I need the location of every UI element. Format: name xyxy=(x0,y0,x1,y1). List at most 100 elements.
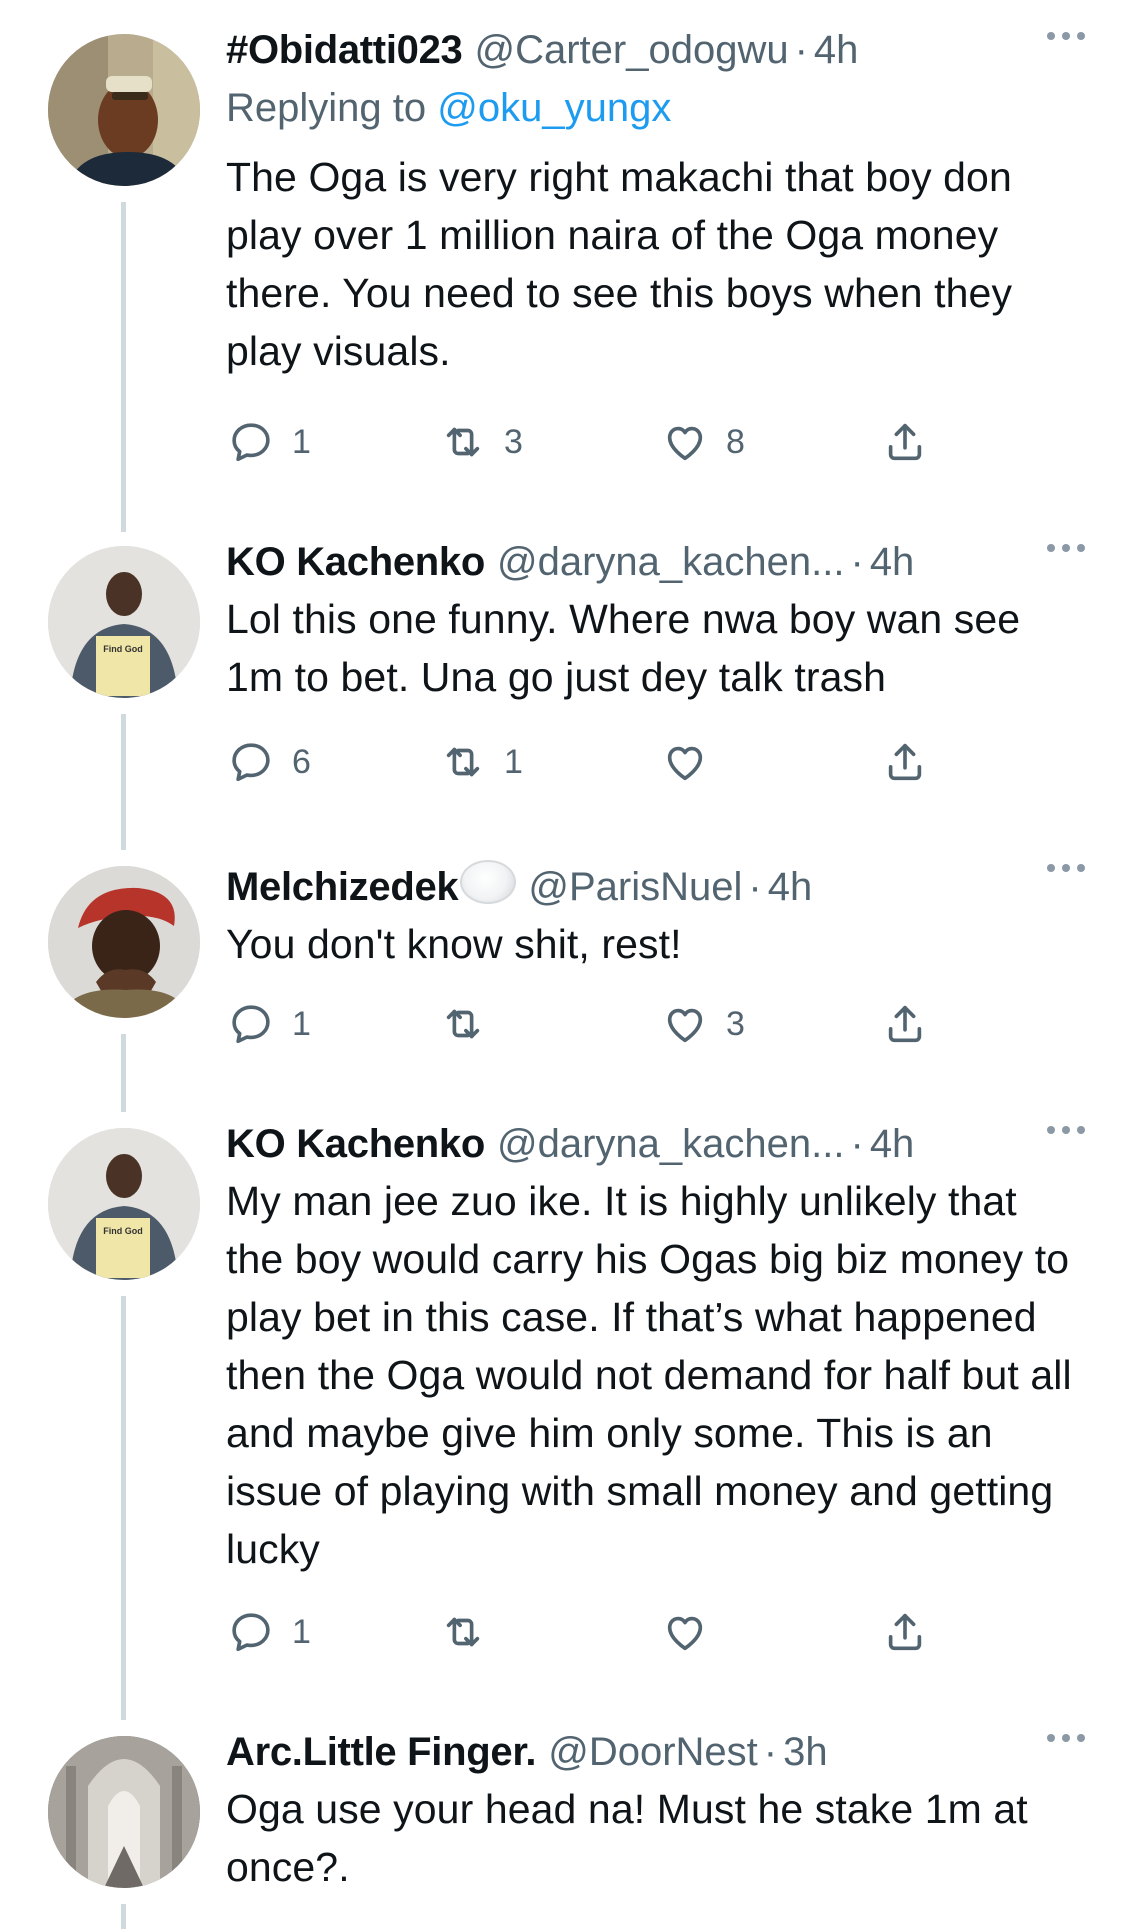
reply-count: 1 xyxy=(292,422,311,461)
share-button[interactable] xyxy=(882,1602,928,1662)
avatar[interactable] xyxy=(48,1736,200,1888)
heart-icon xyxy=(667,426,703,461)
avatar[interactable]: Find God xyxy=(48,546,200,698)
retweet-icon xyxy=(446,427,480,457)
share-button[interactable] xyxy=(882,732,928,792)
like-button[interactable] xyxy=(662,732,726,792)
thread-line xyxy=(121,714,126,850)
reply-count: 1 xyxy=(292,1004,311,1043)
reply-icon xyxy=(232,743,270,782)
thread-line xyxy=(121,1034,126,1112)
tweet-text: You don't know shit, rest! xyxy=(226,921,682,967)
separator: · xyxy=(763,1730,778,1774)
retweet-icon xyxy=(446,747,480,777)
tweet-header: Arc.Little Finger. @DoorNest · 3h xyxy=(226,1726,1085,1778)
avatar[interactable] xyxy=(48,34,200,186)
timestamp[interactable]: 3h xyxy=(783,1726,828,1778)
share-icon xyxy=(888,423,922,461)
verified-circle-icon xyxy=(460,860,517,904)
share-button[interactable] xyxy=(882,994,928,1054)
tweet-actions: 1 xyxy=(226,1602,946,1662)
cathedral-avatar-icon xyxy=(48,1736,200,1888)
tweet-header: KO Kachenko @daryna_kachen... · 4h xyxy=(226,1118,1085,1170)
display-name[interactable]: KO Kachenko xyxy=(226,536,485,588)
person-avatar-icon: Find God xyxy=(48,546,200,698)
tweet-actions: 1 3 xyxy=(226,994,946,1054)
reply-button[interactable]: 1 xyxy=(228,412,311,472)
reply-button[interactable]: 1 xyxy=(228,1602,311,1662)
tweet-text: Lol this one funny. Where nwa boy wan se… xyxy=(226,596,1021,700)
share-button[interactable] xyxy=(882,412,928,472)
like-button[interactable] xyxy=(662,1602,726,1662)
tweet-actions: 6 1 xyxy=(226,732,946,792)
avatar-sign-text: Find God xyxy=(103,644,143,654)
separator: · xyxy=(850,1122,864,1166)
retweet-button[interactable] xyxy=(440,994,504,1054)
heart-icon xyxy=(667,746,703,781)
tweet-actions: 1 3 8 xyxy=(226,412,946,472)
tweet-header: #Obidatti023 @Carter_odogwu · 4h xyxy=(226,24,1085,76)
separator: · xyxy=(748,865,762,909)
thread-line xyxy=(121,1904,126,1929)
timestamp[interactable]: 4h xyxy=(870,536,915,588)
timestamp[interactable]: 4h xyxy=(814,24,859,76)
retweet-icon xyxy=(446,1009,480,1039)
reply-count: 1 xyxy=(292,1612,311,1651)
person-avatar-icon: Find God xyxy=(48,1128,200,1280)
thread-line xyxy=(121,1296,126,1720)
timestamp[interactable]: 4h xyxy=(768,861,813,913)
display-name[interactable]: #Obidatti023 xyxy=(226,24,463,76)
thread-line xyxy=(121,202,126,532)
display-name[interactable]: KO Kachenko xyxy=(226,1118,485,1170)
more-options-icon[interactable] xyxy=(1047,1734,1085,1742)
share-icon xyxy=(888,1005,922,1043)
avatar-sign-text: Find God xyxy=(103,1226,143,1236)
person-avatar-icon xyxy=(48,34,200,186)
replying-to: Replying to @oku_yungx xyxy=(226,82,1085,134)
share-icon xyxy=(888,1613,922,1651)
retweet-count: 1 xyxy=(504,742,523,781)
share-icon xyxy=(888,743,922,781)
user-handle[interactable]: @ParisNuel xyxy=(528,861,742,913)
reply-icon xyxy=(232,1613,270,1652)
display-name[interactable]: Arc.Little Finger. xyxy=(226,1726,537,1778)
person-avatar-icon xyxy=(48,866,200,1018)
reply-button[interactable]: 6 xyxy=(228,732,311,792)
timestamp[interactable]: 4h xyxy=(870,1118,915,1170)
like-button[interactable]: 8 xyxy=(662,412,745,472)
heart-icon xyxy=(667,1008,703,1043)
user-handle[interactable]: @DoorNest xyxy=(548,1726,758,1778)
more-options-icon[interactable] xyxy=(1047,544,1085,552)
user-handle[interactable]: @Carter_odogwu xyxy=(474,24,788,76)
retweet-button[interactable]: 3 xyxy=(440,412,523,472)
separator: · xyxy=(794,28,808,72)
tweet-header: KO Kachenko @daryna_kachen... · 4h xyxy=(226,536,1085,588)
like-count: 3 xyxy=(726,1004,745,1043)
user-handle[interactable]: @daryna_kachen... xyxy=(497,1118,844,1170)
like-button[interactable]: 3 xyxy=(662,994,745,1054)
reply-icon xyxy=(232,1005,270,1044)
more-options-icon[interactable] xyxy=(1047,864,1085,872)
reply-icon xyxy=(232,423,270,462)
replying-to-label: Replying to xyxy=(226,86,427,130)
display-name[interactable]: Melchizedek xyxy=(226,861,459,913)
reply-button[interactable]: 1 xyxy=(228,994,311,1054)
tweet-text: Oga use your head na! Must he stake 1m a… xyxy=(226,1786,1028,1890)
user-handle[interactable]: @daryna_kachen... xyxy=(497,536,844,588)
more-options-icon[interactable] xyxy=(1047,1126,1085,1134)
more-options-icon[interactable] xyxy=(1047,32,1085,40)
avatar[interactable]: Find God xyxy=(48,1128,200,1280)
retweet-count: 3 xyxy=(504,422,523,461)
tweet-text: The Oga is very right makachi that boy d… xyxy=(226,154,1013,374)
retweet-icon xyxy=(446,1617,480,1647)
reply-count: 6 xyxy=(292,742,311,781)
replying-to-handle[interactable]: @oku_yungx xyxy=(437,86,671,130)
separator: · xyxy=(850,540,864,584)
tweet-header: Melchizedek @ParisNuel · 4h xyxy=(226,856,1085,913)
retweet-button[interactable] xyxy=(440,1602,504,1662)
retweet-button[interactable]: 1 xyxy=(440,732,523,792)
tweet-text: My man jee zuo ike. It is highly unlikel… xyxy=(226,1178,1072,1572)
avatar[interactable] xyxy=(48,866,200,1018)
heart-icon xyxy=(667,1616,703,1651)
like-count: 8 xyxy=(726,422,745,461)
